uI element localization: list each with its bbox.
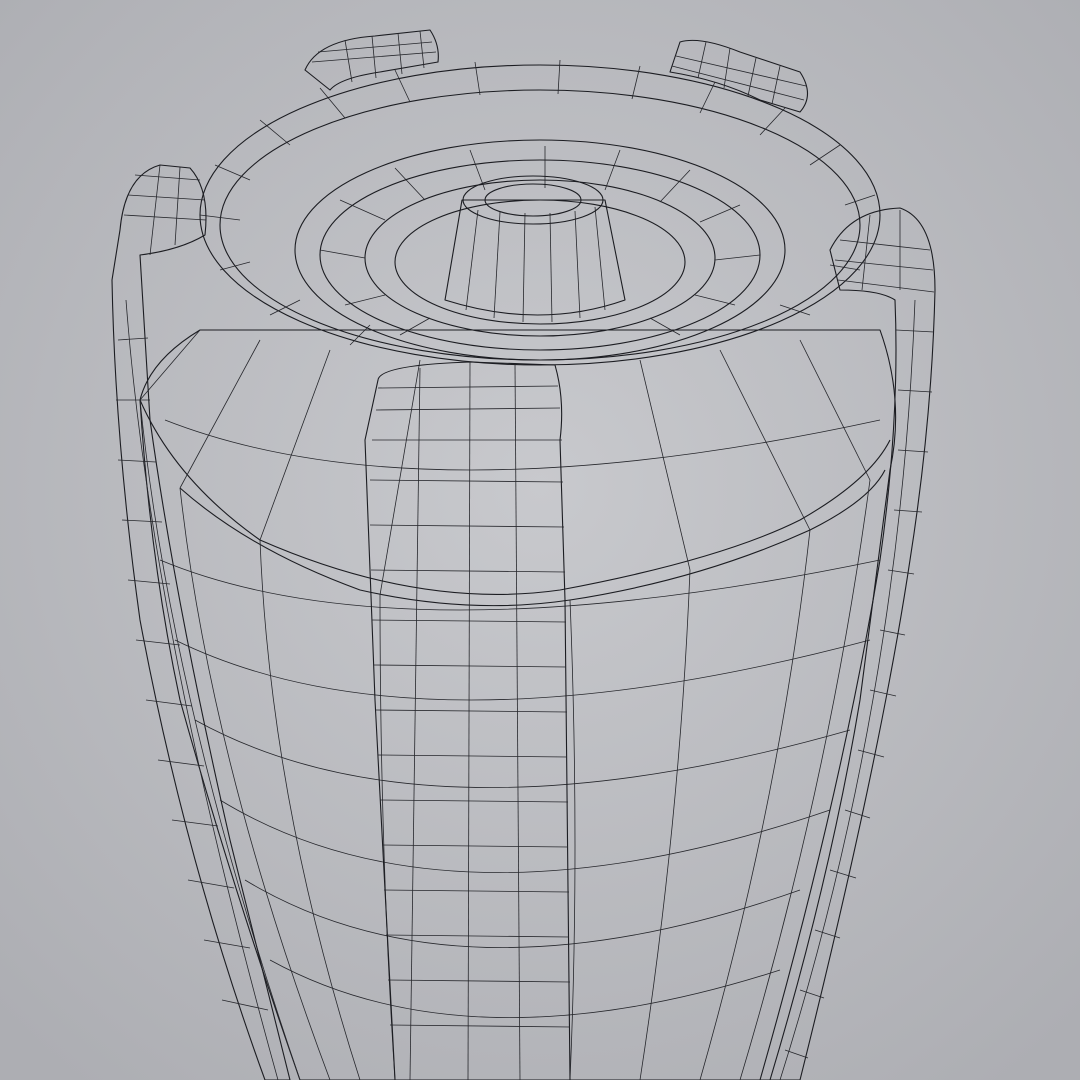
background — [0, 0, 1080, 1080]
amphora-render — [0, 0, 1080, 1080]
